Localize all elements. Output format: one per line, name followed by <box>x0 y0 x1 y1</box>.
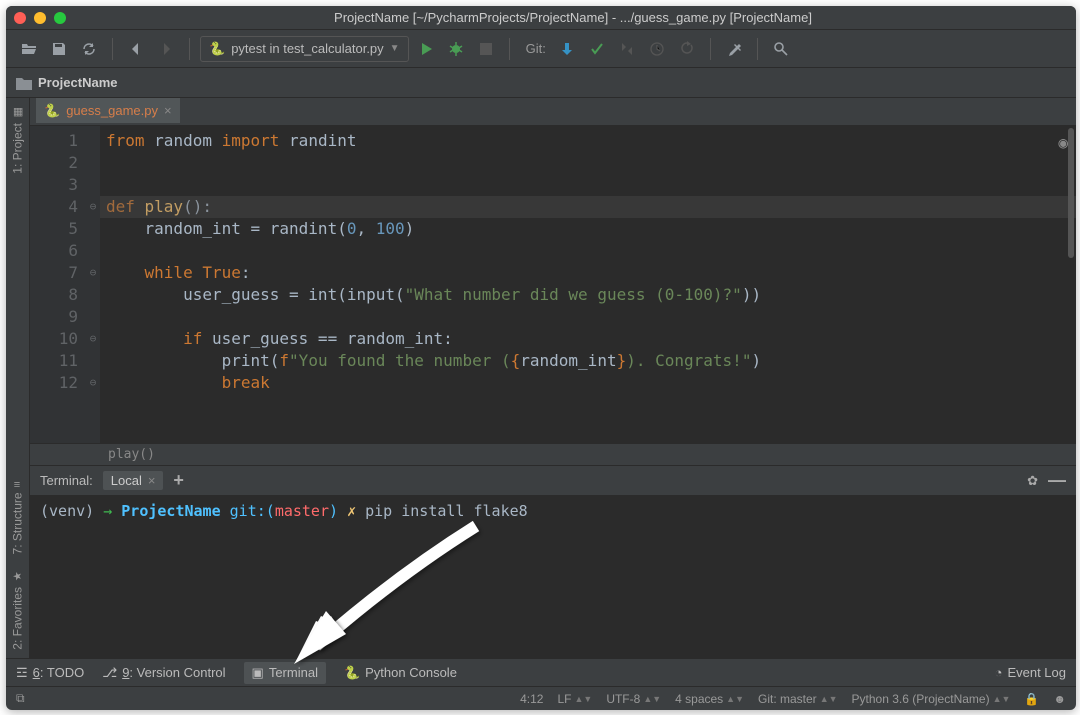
favorites-tool-tab[interactable]: 2: Favorites ★ <box>6 562 29 658</box>
caret-position[interactable]: 4:12 <box>520 692 543 706</box>
git-label: Git: <box>526 41 546 56</box>
settings-button[interactable] <box>721 36 747 62</box>
minimize-window-button[interactable] <box>34 12 46 24</box>
run-button[interactable] <box>413 36 439 62</box>
indent-setting[interactable]: 4 spaces▲▼ <box>675 692 744 706</box>
project-tool-label: 1: Project <box>11 123 25 174</box>
file-tab-guess-game[interactable]: 🐍 guess_game.py × <box>36 98 180 125</box>
event-log-icon: ◔ <box>995 665 1003 680</box>
structure-icon: ≡ <box>14 479 20 491</box>
event-log-label: Event Log <box>1007 665 1066 680</box>
terminal-tool-label: Terminal <box>269 665 318 680</box>
structure-tool-tab[interactable]: 7: Structure ≡ <box>6 474 29 562</box>
project-name[interactable]: ProjectName <box>38 75 117 90</box>
navigation-bar: ProjectName <box>6 68 1076 98</box>
window-controls <box>14 12 66 24</box>
main-area: 1: Project ▦ 7: Structure ≡ 2: Favorites… <box>6 98 1076 658</box>
close-tab-button[interactable]: × <box>164 103 172 118</box>
branch-icon: ⎇ <box>102 665 117 681</box>
bottom-tool-bar: ☲6: TODO ⎇9: Version Control ▣ Terminal 🐍… <box>6 658 1076 686</box>
close-window-button[interactable] <box>14 12 26 24</box>
folder-icon <box>16 76 32 90</box>
open-button[interactable] <box>16 36 42 62</box>
git-update-button[interactable] <box>554 36 580 62</box>
terminal-tool-button[interactable]: ▣ Terminal <box>244 662 326 684</box>
chevron-down-icon: ▼ <box>390 43 400 54</box>
titlebar: ProjectName [~/PycharmProjects/ProjectNa… <box>6 6 1076 30</box>
python-file-icon: 🐍 <box>44 103 60 119</box>
folder-icon: ▦ <box>11 106 24 119</box>
editor-scrollbar[interactable] <box>1068 128 1074 258</box>
editor-area: 🐍 guess_game.py × 1 2 3 4 5 6 7 8 9 10 <box>30 98 1076 658</box>
todo-icon: ☲ <box>16 665 28 681</box>
current-line-highlight <box>100 196 1076 218</box>
project-tool-tab[interactable]: 1: Project ▦ <box>6 98 29 182</box>
main-toolbar: 🐍 pytest in test_calculator.py ▼ Git: <box>6 30 1076 68</box>
version-control-tool-button[interactable]: ⎇9: Version Control <box>102 665 225 681</box>
inspection-eye-icon[interactable]: ◉ <box>1058 132 1068 154</box>
run-config-label: pytest in test_calculator.py <box>231 41 383 56</box>
terminal-title: Terminal: <box>40 473 93 488</box>
star-icon: ★ <box>11 570 24 583</box>
line-separator[interactable]: LF▲▼ <box>557 692 592 706</box>
new-terminal-button[interactable]: + <box>173 470 184 491</box>
inspector-icon[interactable]: ☻ <box>1053 692 1066 706</box>
back-button[interactable] <box>123 36 149 62</box>
python-console-tool-button[interactable]: 🐍 Python Console <box>344 665 457 681</box>
debug-button[interactable] <box>443 36 469 62</box>
git-compare-button[interactable] <box>614 36 640 62</box>
file-tab-label: guess_game.py <box>66 103 158 118</box>
status-bar: ⧉ 4:12 LF▲▼ UTF-8▲▼ 4 spaces▲▼ Git: mast… <box>6 686 1076 710</box>
favorites-tool-label: 2: Favorites <box>11 587 25 650</box>
tool-windows-toggle-icon[interactable]: ⧉ <box>16 691 25 706</box>
hide-terminal-button[interactable]: — <box>1048 470 1066 491</box>
line-number-gutter: 1 2 3 4 5 6 7 8 9 10 11 12 <box>30 126 86 443</box>
python-interpreter[interactable]: Python 3.6 (ProjectName)▲▼ <box>852 692 1011 706</box>
terminal-icon: ▣ <box>252 665 264 681</box>
file-tabs: 🐍 guess_game.py × <box>30 98 1076 126</box>
code-breadcrumb[interactable]: play() <box>30 443 1076 465</box>
git-branch-status[interactable]: Git: master▲▼ <box>758 692 838 706</box>
terminal-settings-icon[interactable]: ✿ <box>1027 473 1038 489</box>
terminal-tab-local[interactable]: Local × <box>103 471 164 490</box>
git-revert-button[interactable] <box>674 36 700 62</box>
run-config-selector[interactable]: 🐍 pytest in test_calculator.py ▼ <box>200 36 409 62</box>
maximize-window-button[interactable] <box>54 12 66 24</box>
code-lines[interactable]: from random import randint def play(): r… <box>100 126 1076 443</box>
save-button[interactable] <box>46 36 72 62</box>
pytest-icon: 🐍 <box>209 41 225 57</box>
python-console-label: Python Console <box>365 665 457 680</box>
lock-icon[interactable]: 🔒 <box>1024 692 1039 706</box>
left-tool-strip: 1: Project ▦ 7: Structure ≡ 2: Favorites… <box>6 98 30 658</box>
structure-tool-label: 7: Structure <box>11 492 25 554</box>
close-terminal-tab-icon[interactable]: × <box>148 473 156 488</box>
window-title: ProjectName [~/PycharmProjects/ProjectNa… <box>78 10 1068 25</box>
terminal-tab-label: Local <box>111 473 142 488</box>
todo-tool-button[interactable]: ☲6: TODO <box>16 665 84 681</box>
terminal-header: Terminal: Local × + ✿ — <box>30 466 1076 496</box>
code-editor[interactable]: 1 2 3 4 5 6 7 8 9 10 11 12 ⊖ ⊖ <box>30 126 1076 443</box>
git-history-button[interactable] <box>644 36 670 62</box>
event-log-button[interactable]: ◔ Event Log <box>995 665 1066 680</box>
terminal-panel: Terminal: Local × + ✿ — (venv) → Project… <box>30 465 1076 658</box>
fold-gutter: ⊖ ⊖ ⊖⊖ <box>86 126 100 443</box>
sync-button[interactable] <box>76 36 102 62</box>
python-icon: 🐍 <box>344 665 360 681</box>
file-encoding[interactable]: UTF-8▲▼ <box>606 692 661 706</box>
stop-button[interactable] <box>473 36 499 62</box>
terminal-body[interactable]: (venv) → ProjectName git:(master) ✗ pip … <box>30 496 1076 658</box>
ide-window: ProjectName [~/PycharmProjects/ProjectNa… <box>6 6 1076 710</box>
git-commit-button[interactable] <box>584 36 610 62</box>
search-button[interactable] <box>768 36 794 62</box>
forward-button[interactable] <box>153 36 179 62</box>
